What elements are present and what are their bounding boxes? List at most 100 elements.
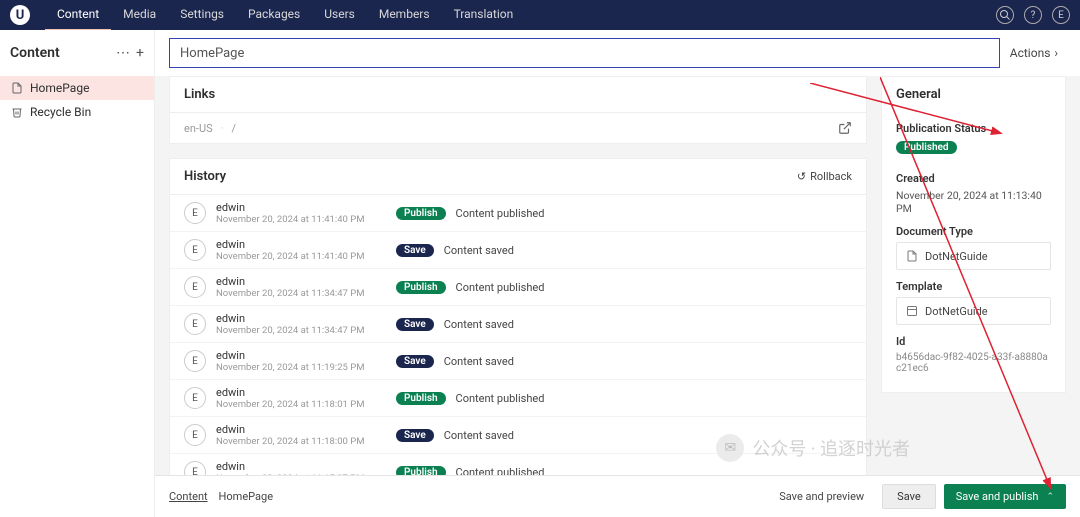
avatar: E — [184, 461, 206, 475]
open-external-icon[interactable] — [838, 121, 852, 135]
topnav-users[interactable]: Users — [312, 0, 367, 31]
history-badge: Save — [396, 244, 434, 257]
avatar: E — [184, 350, 206, 372]
file-icon — [10, 81, 24, 95]
avatar: E — [184, 387, 206, 409]
template-link[interactable]: DotNetGuide — [896, 297, 1051, 325]
created-label: Created — [896, 172, 1051, 185]
topnav-settings[interactable]: Settings — [168, 0, 236, 31]
tree-item-label: Recycle Bin — [30, 105, 91, 119]
history-title: History — [184, 169, 226, 184]
tree-item-label: HomePage — [30, 81, 89, 95]
history-time: November 20, 2024 at 11:41:40 PM — [216, 251, 386, 262]
breadcrumb-root[interactable]: Content — [169, 490, 208, 503]
id-label: Id — [896, 335, 1051, 348]
topnav-media[interactable]: Media — [111, 0, 168, 31]
history-badge: Publish — [396, 392, 446, 405]
sidebar-add-icon[interactable]: + — [136, 45, 144, 61]
breadcrumb-current: HomePage — [219, 490, 273, 503]
rollback-button[interactable]: ↺ Rollback — [797, 170, 852, 183]
sidebar: Content ⋯ + HomePageRecycle Bin — [0, 30, 155, 517]
history-user: edwin — [216, 423, 386, 436]
search-icon[interactable] — [996, 6, 1014, 24]
topnav-content[interactable]: Content — [45, 0, 111, 31]
avatar: E — [184, 239, 206, 261]
save-and-publish-button[interactable]: Save and publish ⌃ — [944, 484, 1066, 509]
avatar: E — [184, 202, 206, 224]
user-avatar[interactable]: E — [1052, 6, 1070, 24]
general-panel: General Publication Status Published Cre… — [881, 76, 1066, 393]
history-time: November 20, 2024 at 11:34:47 PM — [216, 325, 386, 336]
history-badge: Save — [396, 429, 434, 442]
rollback-label: Rollback — [810, 170, 852, 183]
history-user: edwin — [216, 312, 386, 325]
chevron-right-icon: › — [1054, 46, 1058, 60]
history-row: EedwinNovember 20, 2024 at 11:41:40 PMSa… — [170, 231, 866, 268]
tree-item-homepage[interactable]: HomePage — [0, 76, 154, 100]
save-and-preview-button[interactable]: Save and preview — [769, 484, 874, 509]
actions-label: Actions — [1010, 46, 1051, 60]
history-user: edwin — [216, 275, 386, 288]
id-value: b4656dac-9f82-4025-a33f-a8880ac21ec6 — [896, 352, 1051, 374]
trash-icon — [10, 105, 24, 119]
created-value: November 20, 2024 at 11:13:40 PM — [896, 189, 1051, 215]
actions-menu[interactable]: Actions › — [1010, 46, 1066, 60]
template-label: Template — [896, 280, 1051, 293]
avatar: E — [184, 313, 206, 335]
history-row: EedwinNovember 20, 2024 at 11:34:47 PM Sa… — [170, 305, 866, 342]
template-icon — [905, 304, 919, 318]
history-badge: Publish — [396, 207, 446, 220]
history-row: EedwinNovember 20, 2024 at 11:19:25 PMSa… — [170, 342, 866, 379]
save-and-publish-label: Save and publish — [956, 490, 1039, 503]
brand-logo[interactable]: U — [10, 5, 30, 25]
help-icon[interactable]: ? — [1024, 6, 1042, 24]
history-message: Content published — [456, 466, 545, 476]
tree-item-recycle-bin[interactable]: Recycle Bin — [0, 100, 154, 124]
topnav-translation[interactable]: Translation — [442, 0, 526, 31]
links-path: / — [232, 122, 237, 135]
history-time: November 20, 2024 at 11:18:01 PM — [216, 399, 386, 410]
sidebar-more-icon[interactable]: ⋯ — [116, 45, 130, 61]
doctype-icon — [905, 249, 919, 263]
history-time: November 20, 2024 at 11:18:00 PM — [216, 436, 386, 447]
history-time: November 20, 2024 at 11:41:40 PM — [216, 214, 386, 225]
history-user: edwin — [216, 349, 386, 362]
history-badge: Publish — [396, 466, 446, 476]
history-badge: Save — [396, 318, 434, 331]
history-message: Content saved — [444, 355, 514, 368]
doctype-value: DotNetGuide — [925, 250, 988, 263]
history-row: EedwinNovember 20, 2024 at 11:34:47 PM Pu… — [170, 268, 866, 305]
history-row: EedwinNovember 20, 2024 at 11:18:01 PMPu… — [170, 379, 866, 416]
chevron-up-icon: ⌃ — [1046, 492, 1054, 502]
save-button[interactable]: Save — [882, 484, 936, 509]
history-user: edwin — [216, 460, 386, 473]
avatar: E — [184, 276, 206, 298]
topbar-nav: ContentMediaSettingsPackagesUsersMembers… — [45, 0, 525, 31]
history-message: Content published — [456, 392, 545, 405]
history-message: Content saved — [444, 318, 514, 331]
history-panel: History ↺ Rollback EedwinNovember 20, 20… — [169, 158, 867, 475]
history-message: Content published — [456, 281, 545, 294]
doctype-label: Document Type — [896, 225, 1051, 238]
topnav-packages[interactable]: Packages — [236, 0, 312, 31]
history-time: November 20, 2024 at 11:34:47 PM — [216, 288, 386, 299]
history-message: Content saved — [444, 429, 514, 442]
history-message: Content saved — [444, 244, 514, 257]
topbar: U ContentMediaSettingsPackagesUsersMembe… — [0, 0, 1080, 30]
node-name-input[interactable] — [169, 38, 1000, 68]
history-badge: Publish — [396, 281, 446, 294]
pubstatus-badge: Published — [896, 141, 957, 154]
history-badge: Save — [396, 355, 434, 368]
pubstatus-label: Publication Status — [896, 122, 1051, 135]
history-message: Content published — [456, 207, 545, 220]
breadcrumb: Content HomePage — [169, 490, 273, 503]
history-row: EedwinNovember 20, 2024 at 11:41:40 PM Pu… — [170, 194, 866, 231]
history-user: edwin — [216, 201, 386, 214]
doctype-link[interactable]: DotNetGuide — [896, 242, 1051, 270]
history-row: EedwinNovember 20, 2024 at 11:18:00 PMSa… — [170, 416, 866, 453]
links-title: Links — [170, 77, 866, 112]
history-row: EedwinNovember 20, 2024 at 11:15:27 PMPu… — [170, 453, 866, 475]
general-title: General — [882, 77, 1065, 112]
links-separator: · — [221, 122, 224, 135]
topnav-members[interactable]: Members — [367, 0, 442, 31]
